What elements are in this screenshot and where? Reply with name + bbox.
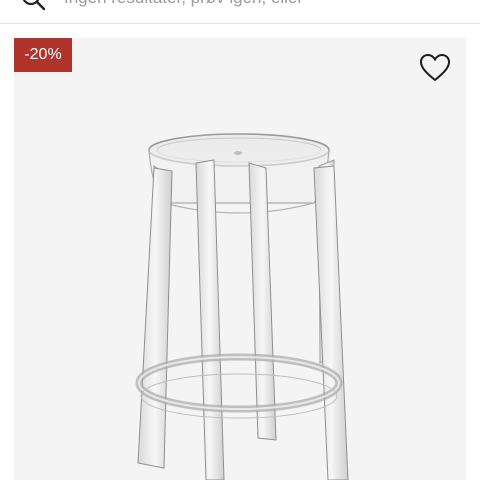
product-card[interactable]: -20%: [14, 38, 466, 480]
heart-outline-icon[interactable]: [419, 53, 451, 83]
product-image[interactable]: [14, 38, 466, 480]
discount-badge: -20%: [14, 38, 72, 72]
header-divider: [0, 23, 480, 24]
search-bar[interactable]: Ingen resultater, prøv igen, eller: [0, 0, 480, 24]
search-icon[interactable]: [20, 0, 46, 12]
search-input[interactable]: Ingen resultater, prøv igen, eller: [64, 0, 303, 8]
